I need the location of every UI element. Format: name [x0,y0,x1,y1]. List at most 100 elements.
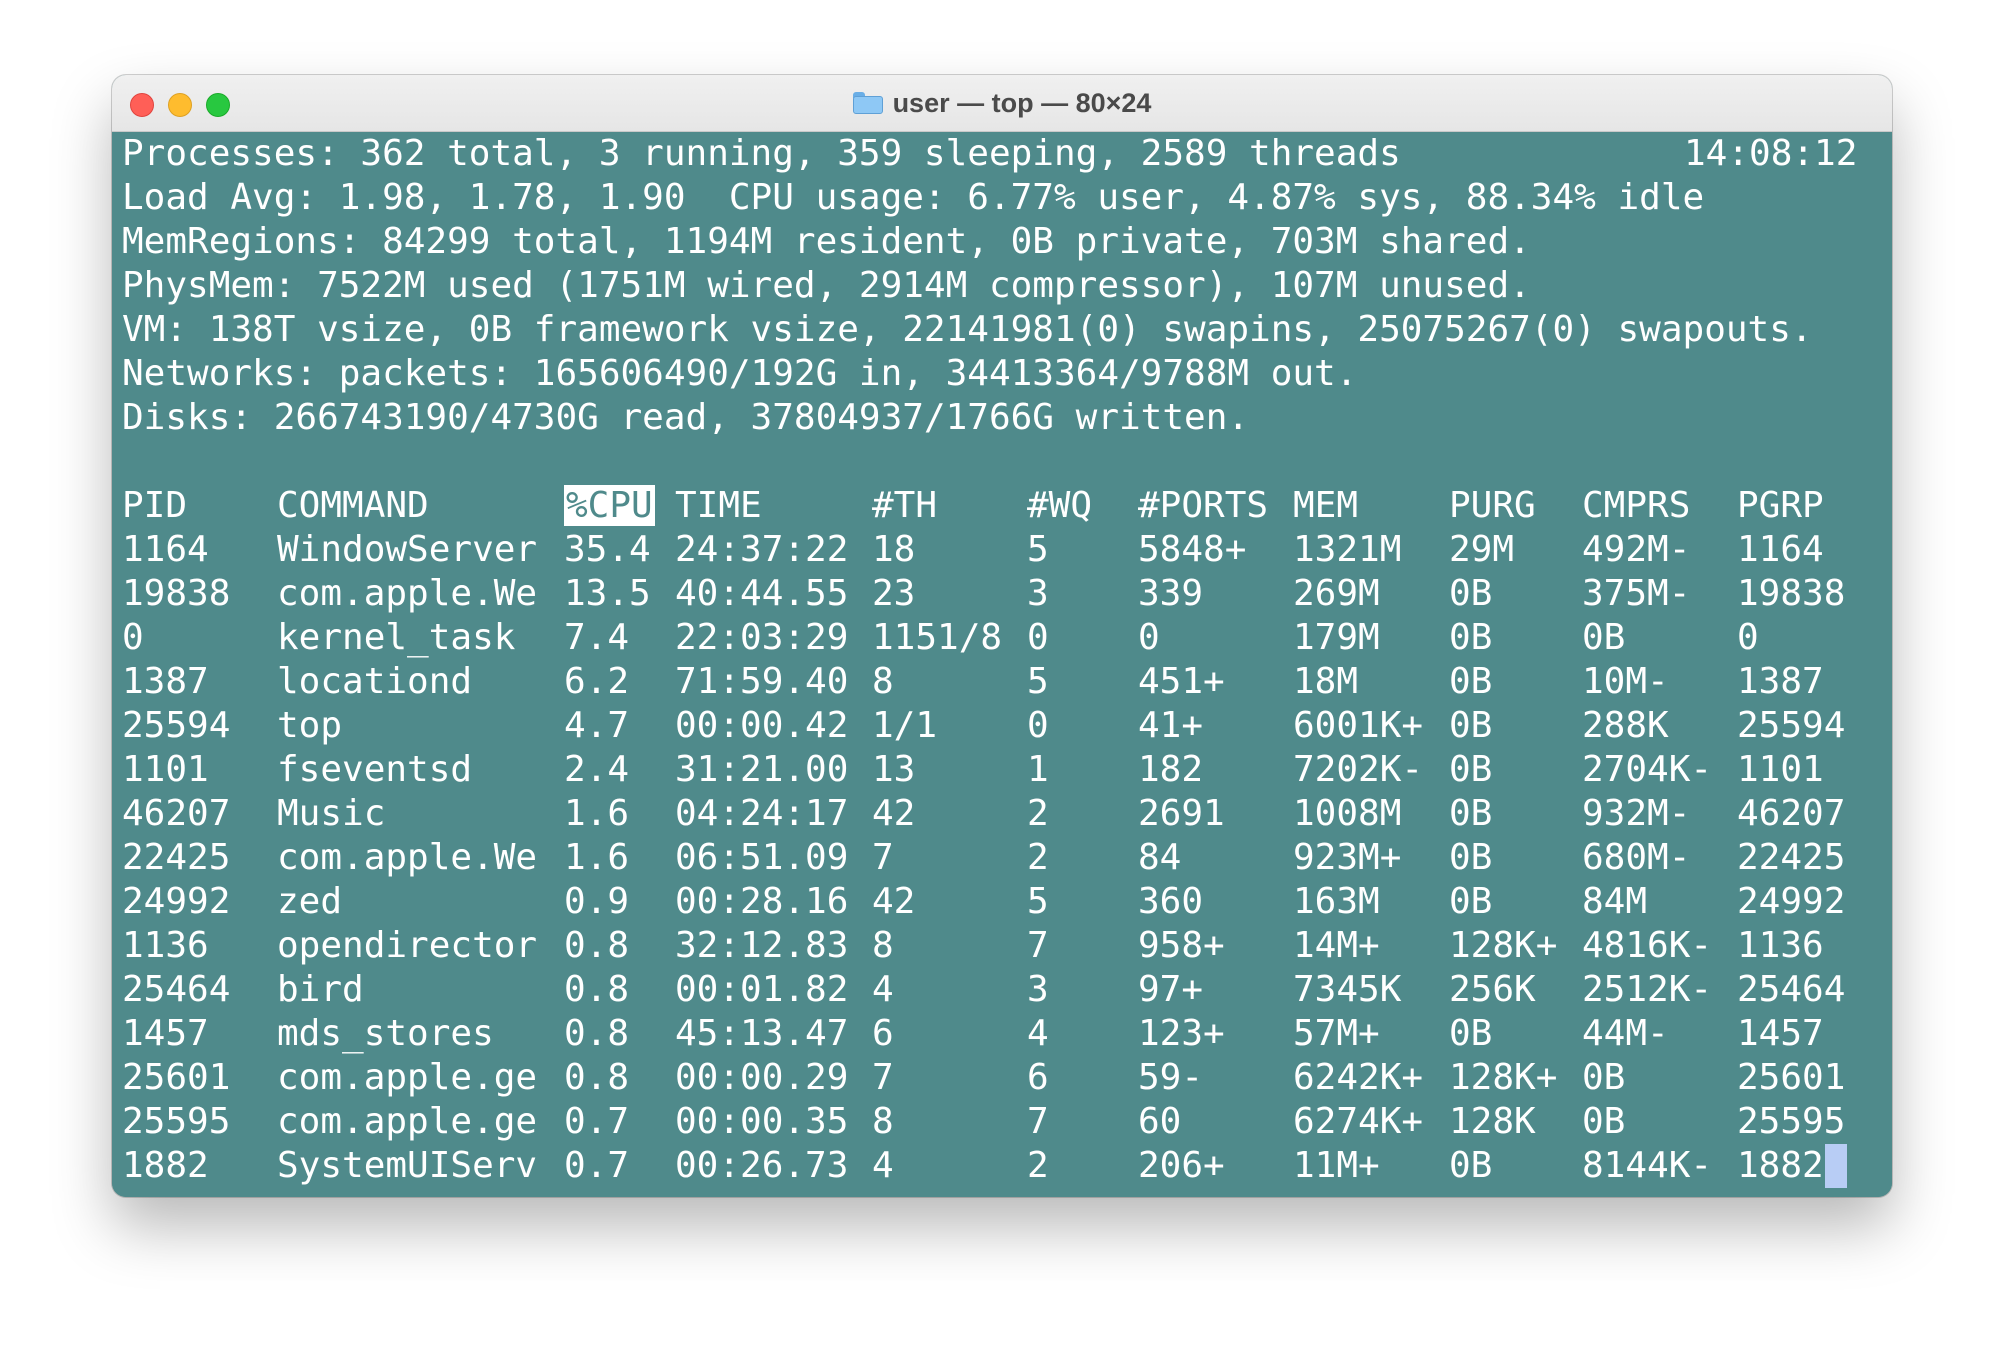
cell-command: Music [277,793,386,834]
cell-mem: 57M+ [1293,1013,1380,1054]
cell-mem: 1321M [1293,529,1402,570]
cell-purg: 0B [1449,573,1493,614]
cell-wq: 7 [1027,1101,1049,1142]
text-cursor [1825,1144,1847,1188]
cell-ports: 958+ [1138,925,1225,966]
cell-pgrp: 25594 [1737,705,1846,746]
summary-vm: VM: 138T vsize, 0B framework vsize, 2214… [122,309,1813,350]
cell-th: 18 [872,529,916,570]
cell-wq: 0 [1027,617,1049,658]
cell-purg: 128K+ [1449,1057,1558,1098]
cell-cmprs: 680M- [1582,837,1691,878]
cell-th: 42 [872,881,916,922]
cell-pid: 25595 [122,1101,231,1142]
folder-icon [852,92,883,114]
cell-pid: 19838 [122,573,231,614]
column-header-pgrp: PGRP [1737,485,1824,526]
cell-mem: 269M [1293,573,1380,614]
cell-th: 4 [872,969,894,1010]
column-header-wq: #WQ [1027,485,1093,526]
cell-pgrp: 1457 [1737,1013,1824,1054]
cell-ports: 84 [1138,837,1182,878]
cell-cmprs: 288K [1582,705,1669,746]
cell-time: 00:01.82 [675,969,849,1010]
cell-time: 00:28.16 [675,881,849,922]
cell-time: 31:21.00 [675,749,849,790]
cell-purg: 0B [1449,705,1493,746]
cell-cpu: 2.4 [564,749,630,790]
cell-cpu: 13.5 [564,573,651,614]
cell-wq: 5 [1027,661,1049,702]
column-header-mem: MEM [1293,485,1359,526]
cell-cpu: 1.6 [564,837,630,878]
cell-cmprs: 0B [1582,1101,1626,1142]
cell-command: top [277,705,343,746]
cell-pid: 25594 [122,705,231,746]
cell-mem: 18M [1293,661,1359,702]
cell-pgrp: 46207 [1737,793,1846,834]
cell-pid: 1387 [122,661,209,702]
cell-th: 8 [872,661,894,702]
cell-time: 06:51.09 [675,837,849,878]
cell-pid: 0 [122,617,144,658]
cell-cmprs: 0B [1582,1057,1626,1098]
column-header-pid: PID [122,485,188,526]
cell-cpu: 35.4 [564,529,651,570]
cell-command: locationd [277,661,473,702]
terminal-content[interactable]: Processes: 362 total, 3 running, 359 sle… [112,132,1892,1197]
cell-pgrp: 25595 [1737,1101,1846,1142]
cell-ports: 5848+ [1138,529,1247,570]
cell-time: 04:24:17 [675,793,849,834]
cell-purg: 256K [1449,969,1536,1010]
cell-cpu: 1.6 [564,793,630,834]
cell-purg: 0B [1449,661,1493,702]
cell-time: 00:00.29 [675,1057,849,1098]
cell-wq: 3 [1027,969,1049,1010]
summary-physmem: PhysMem: 7522M used (1751M wired, 2914M … [122,265,1531,306]
cell-ports: 339 [1138,573,1204,614]
cell-pid: 1101 [122,749,209,790]
cell-cpu: 4.7 [564,705,630,746]
window-title: user — top — 80×24 [892,87,1152,118]
cell-cmprs: 84M [1582,881,1648,922]
cell-pgrp: 1101 [1737,749,1824,790]
cell-ports: 206+ [1138,1145,1225,1186]
cell-time: 00:26.73 [675,1145,849,1186]
cell-command: com.apple.We [277,573,538,614]
cell-purg: 0B [1449,793,1493,834]
summary-load: Load Avg: 1.98, 1.78, 1.90 CPU usage: 6.… [122,177,1705,218]
cell-pid: 25464 [122,969,231,1010]
cell-command: fseventsd [277,749,473,790]
cell-wq: 5 [1027,529,1049,570]
cell-time: 00:00.42 [675,705,849,746]
cell-command: kernel_task [277,617,516,658]
cell-cmprs: 2704K- [1582,749,1713,790]
cell-ports: 41+ [1138,705,1204,746]
cell-purg: 128K [1449,1101,1536,1142]
cell-wq: 3 [1027,573,1049,614]
cell-purg: 0B [1449,837,1493,878]
cell-pgrp: 22425 [1737,837,1846,878]
cell-wq: 2 [1027,1145,1049,1186]
cell-wq: 2 [1027,793,1049,834]
cell-cmprs: 10M- [1582,661,1669,702]
cell-cmprs: 2512K- [1582,969,1713,1010]
cell-command: WindowServer [277,529,538,570]
cell-purg: 0B [1449,881,1493,922]
cell-ports: 123+ [1138,1013,1225,1054]
cell-time: 32:12.83 [675,925,849,966]
cell-mem: 6274K+ [1293,1101,1424,1142]
cell-purg: 29M [1449,529,1515,570]
cell-ports: 0 [1138,617,1160,658]
cell-cpu: 6.2 [564,661,630,702]
cell-time: 00:00.35 [675,1101,849,1142]
cell-pid: 1882 [122,1145,209,1186]
title-bar[interactable]: user — top — 80×24 [112,75,1892,132]
cell-pid: 24992 [122,881,231,922]
column-header-th: #TH [872,485,938,526]
summary-processes: Processes: 362 total, 3 running, 359 sle… [122,133,1401,174]
cell-command: SystemUIServ [277,1145,538,1186]
cell-pgrp: 25601 [1737,1057,1846,1098]
cell-wq: 2 [1027,837,1049,878]
cell-cmprs: 0B [1582,617,1626,658]
